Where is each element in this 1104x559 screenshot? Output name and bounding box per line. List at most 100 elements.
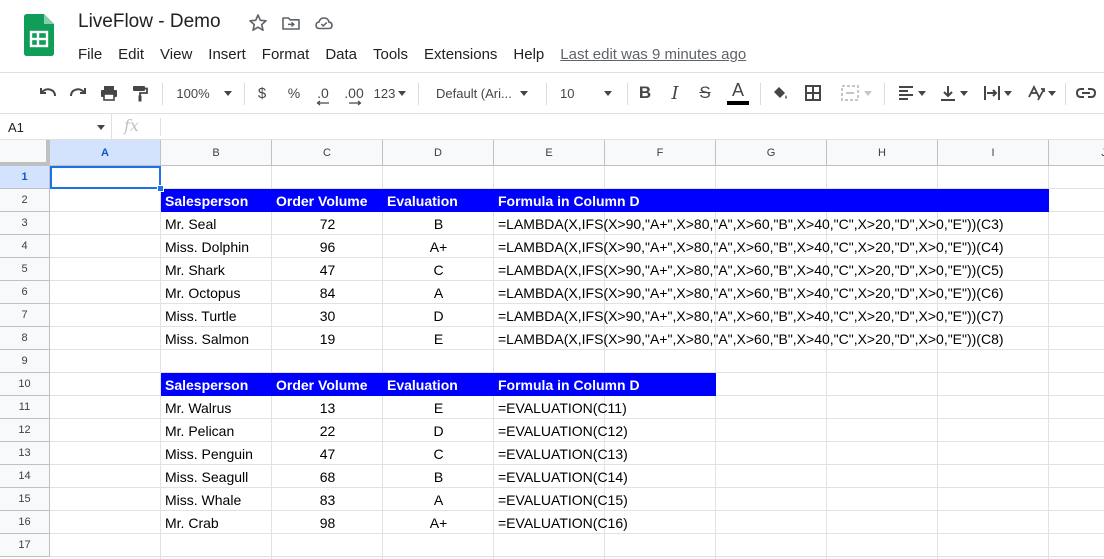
cell-d[interactable]: C <box>383 442 494 465</box>
cell-b[interactable]: Mr. Pelican <box>161 419 272 442</box>
menu-edit[interactable]: Edit <box>110 46 152 63</box>
row-header-1[interactable]: 1 <box>0 166 50 189</box>
cell-e[interactable]: =EVALUATION(C16) <box>494 511 628 534</box>
name-box[interactable]: A1 <box>0 114 112 140</box>
menu-extensions[interactable]: Extensions <box>416 46 505 63</box>
header-cell-e[interactable]: Formula in Column D <box>494 373 640 396</box>
column-header-a[interactable]: A <box>50 140 161 166</box>
column-header-c[interactable]: C <box>272 140 383 166</box>
cell-c[interactable]: 83 <box>272 488 383 511</box>
cell-c[interactable]: 47 <box>272 442 383 465</box>
header-cell-e[interactable]: Formula in Column D <box>494 189 640 212</box>
zoom-select[interactable]: 100% <box>172 73 236 113</box>
cell-c[interactable]: 47 <box>272 258 383 281</box>
text-wrapping-icon[interactable] <box>978 73 1016 113</box>
row-header-9[interactable]: 9 <box>0 350 50 373</box>
menu-data[interactable]: Data <box>317 46 365 63</box>
row-header-13[interactable]: 13 <box>0 442 50 465</box>
currency-format-button[interactable]: $ <box>252 73 272 113</box>
cell-c[interactable]: 30 <box>272 304 383 327</box>
row-header-3[interactable]: 3 <box>0 212 50 235</box>
menu-view[interactable]: View <box>152 46 200 63</box>
header-cell-c[interactable]: Order Volume <box>272 373 383 396</box>
cell-c[interactable]: 72 <box>272 212 383 235</box>
cell-c[interactable]: 96 <box>272 235 383 258</box>
cell-d[interactable]: E <box>383 327 494 350</box>
cell-d[interactable]: B <box>383 465 494 488</box>
cell-d[interactable]: A <box>383 488 494 511</box>
document-title[interactable]: LiveFlow - Demo <box>78 11 221 33</box>
cell-d[interactable]: A+ <box>383 235 494 258</box>
last-edit-link[interactable]: Last edit was 9 minutes ago <box>560 46 746 63</box>
text-rotation-icon[interactable] <box>1021 73 1061 113</box>
italic-button[interactable]: I <box>664 73 686 113</box>
column-header-d[interactable]: D <box>383 140 494 166</box>
cell-d[interactable]: A+ <box>383 511 494 534</box>
cell-e[interactable]: =EVALUATION(C14) <box>494 465 628 488</box>
cell-c[interactable]: 13 <box>272 396 383 419</box>
cell-e[interactable]: =LAMBDA(X,IFS(X>90,"A+",X>80,"A",X>60,"B… <box>494 235 1004 258</box>
print-icon[interactable] <box>97 73 121 113</box>
cell-b[interactable]: Miss. Penguin <box>161 442 272 465</box>
cell-b[interactable]: Miss. Dolphin <box>161 235 272 258</box>
vertical-align-icon[interactable] <box>934 73 972 113</box>
cell-e[interactable]: =LAMBDA(X,IFS(X>90,"A+",X>80,"A",X>60,"B… <box>494 212 1004 235</box>
cell-d[interactable]: D <box>383 419 494 442</box>
sheets-logo-icon[interactable] <box>24 14 54 56</box>
row-header-5[interactable]: 5 <box>0 258 50 281</box>
cell-b[interactable]: Mr. Walrus <box>161 396 272 419</box>
cell-d[interactable]: D <box>383 304 494 327</box>
strikethrough-button[interactable]: S <box>694 73 716 113</box>
cell-b[interactable]: Mr. Shark <box>161 258 272 281</box>
font-family-select[interactable]: Default (Ari... <box>428 73 538 113</box>
more-formats-select[interactable]: 123 <box>371 73 409 113</box>
cell-b[interactable]: Miss. Seagull <box>161 465 272 488</box>
increase-decimal-button[interactable]: .00 <box>340 73 368 113</box>
header-cell-d[interactable]: Evaluation <box>383 373 494 396</box>
cell-e[interactable]: =EVALUATION(C15) <box>494 488 628 511</box>
move-to-folder-icon[interactable] <box>281 13 301 33</box>
formula-input[interactable] <box>166 114 1096 140</box>
header-cell-c[interactable]: Order Volume <box>272 189 383 212</box>
row-header-12[interactable]: 12 <box>0 419 50 442</box>
cell-c[interactable]: 68 <box>272 465 383 488</box>
cell-b[interactable]: Mr. Octopus <box>161 281 272 304</box>
insert-link-icon[interactable] <box>1073 73 1099 113</box>
row-header-8[interactable]: 8 <box>0 327 50 350</box>
borders-icon[interactable] <box>801 73 825 113</box>
cell-c[interactable]: 22 <box>272 419 383 442</box>
column-header-j[interactable]: J <box>1049 140 1104 166</box>
cell-b[interactable]: Miss. Turtle <box>161 304 272 327</box>
fill-handle[interactable] <box>157 185 164 192</box>
font-size-select[interactable]: 10 <box>552 73 622 113</box>
menu-insert[interactable]: Insert <box>200 46 254 63</box>
horizontal-align-icon[interactable] <box>892 73 930 113</box>
cell-c[interactable]: 19 <box>272 327 383 350</box>
text-color-button[interactable]: A <box>725 73 751 113</box>
cell-c[interactable]: 98 <box>272 511 383 534</box>
cell-e[interactable]: =EVALUATION(C11) <box>494 396 627 419</box>
cell-e[interactable]: =LAMBDA(X,IFS(X>90,"A+",X>80,"A",X>60,"B… <box>494 258 1004 281</box>
menu-tools[interactable]: Tools <box>365 46 416 63</box>
cell-b[interactable]: Miss. Whale <box>161 488 272 511</box>
cell-b[interactable]: Miss. Salmon <box>161 327 272 350</box>
row-header-6[interactable]: 6 <box>0 281 50 304</box>
column-header-e[interactable]: E <box>494 140 605 166</box>
column-header-f[interactable]: F <box>605 140 716 166</box>
cell-e[interactable]: =EVALUATION(C12) <box>494 419 628 442</box>
cell-d[interactable]: A <box>383 281 494 304</box>
menu-format[interactable]: Format <box>254 46 318 63</box>
cell-d[interactable]: B <box>383 212 494 235</box>
column-header-i[interactable]: I <box>938 140 1049 166</box>
column-header-b[interactable]: B <box>161 140 272 166</box>
row-header-15[interactable]: 15 <box>0 488 50 511</box>
select-all-corner[interactable] <box>0 140 50 166</box>
row-header-2[interactable]: 2 <box>0 189 50 212</box>
cell-d[interactable]: E <box>383 396 494 419</box>
star-icon[interactable] <box>248 13 268 33</box>
paint-format-icon[interactable] <box>128 73 152 113</box>
menu-help[interactable]: Help <box>505 46 552 63</box>
column-header-h[interactable]: H <box>827 140 938 166</box>
column-header-g[interactable]: G <box>716 140 827 166</box>
row-header-14[interactable]: 14 <box>0 465 50 488</box>
